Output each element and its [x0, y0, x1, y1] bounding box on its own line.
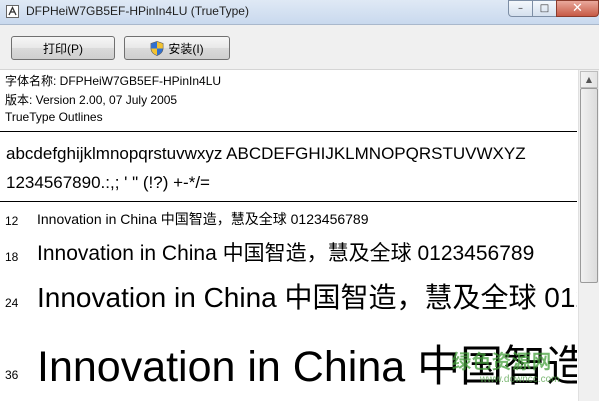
- charset-line-symbols: 1234567890.:,; ' " (!?) +-*/=: [6, 173, 210, 192]
- uac-shield-icon: [150, 40, 164, 56]
- toolbar: 打印(P) 安装(I): [0, 25, 599, 70]
- window-title: DFPHeiW7GB5EF-HPinIn4LU (TrueType): [26, 4, 249, 18]
- install-button-label: 安装(I): [168, 41, 204, 56]
- sample-size-36: 36: [5, 368, 19, 382]
- font-outline-line: TrueType Outlines: [5, 110, 103, 124]
- divider-top: [0, 131, 577, 132]
- install-button[interactable]: 安装(I): [124, 36, 230, 60]
- minimize-button[interactable]: –: [508, 0, 533, 17]
- font-version-line: 版本: Version 2.00, 07 July 2005: [5, 93, 178, 107]
- sample-text-18: Innovation in China 中国智造，慧及全球 0123456789: [37, 242, 535, 265]
- title-bar: DFPHeiW7GB5EF-HPinIn4LU (TrueType) – □ ✕: [0, 0, 599, 25]
- scroll-up-button[interactable]: ▲: [580, 71, 598, 88]
- sample-size-24: 24: [5, 296, 19, 310]
- print-button[interactable]: 打印(P): [11, 36, 115, 60]
- divider-bottom: [0, 201, 577, 202]
- charset-line-letters: abcdefghijklmnopqrstuvwxyz ABCDEFGHIJKLM…: [6, 144, 526, 163]
- sample-text-12: Innovation in China 中国智造，慧及全球 0123456789: [37, 211, 369, 227]
- watermark-url: www.downcc.com: [480, 374, 560, 385]
- maximize-icon: □: [539, 3, 550, 14]
- close-button[interactable]: ✕: [556, 0, 599, 17]
- vertical-scrollbar[interactable]: ▲: [578, 70, 599, 401]
- print-button-label: 打印(P): [43, 41, 83, 56]
- arrow-up-icon: ▲: [585, 75, 593, 84]
- sample-text-24: Innovation in China 中国智造，慧及全球 0123456789: [37, 282, 577, 313]
- minimize-icon: –: [518, 3, 523, 14]
- maximize-button[interactable]: □: [532, 0, 557, 17]
- font-file-icon: [6, 5, 19, 18]
- font-name-line: 字体名称: DFPHeiW7GB5EF-HPinIn4LU: [5, 74, 222, 88]
- close-icon: ✕: [572, 1, 583, 16]
- sample-size-18: 18: [5, 250, 19, 264]
- watermark-brand: 绿色资源网: [452, 351, 553, 373]
- sample-size-12: 12: [5, 214, 19, 228]
- scroll-thumb[interactable]: [580, 88, 598, 283]
